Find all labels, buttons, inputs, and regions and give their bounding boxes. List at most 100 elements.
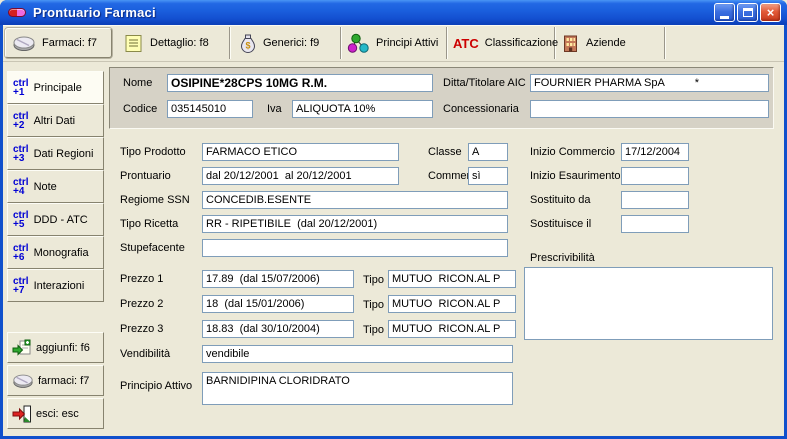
prezzo1-tipo-label: Tipo: [363, 274, 384, 286]
sostituito-da-input[interactable]: [621, 191, 689, 209]
regime-ssn-input[interactable]: [202, 191, 508, 209]
titlebar: Prontuario Farmaci ×: [0, 0, 787, 25]
inizio-esaurimento-input[interactable]: [621, 167, 689, 185]
sidebar-tab-label: Interazioni: [34, 280, 85, 292]
exit-button[interactable]: esci: esc: [7, 398, 104, 429]
prezzo2-tipo-label: Tipo: [363, 299, 384, 311]
sidebar-tab-label: Note: [34, 181, 57, 193]
tipo-prodotto-input[interactable]: [202, 143, 399, 161]
classe-input[interactable]: [468, 143, 508, 161]
add-button[interactable]: aggiunfi: f6: [7, 332, 104, 363]
sidebar-tab-label: Principale: [34, 82, 82, 94]
tipo-ricetta-label: Tipo Ricetta: [120, 218, 178, 230]
exit-door-icon: [12, 405, 32, 423]
molecule-icon: [347, 33, 370, 54]
stupefacente-input[interactable]: [202, 239, 508, 257]
vendibilita-label: Vendibilità: [120, 348, 170, 360]
prezzo2-tipo-input[interactable]: [388, 295, 516, 313]
iva-input[interactable]: [292, 100, 433, 118]
stupefacente-label: Stupefacente: [120, 242, 185, 254]
maximize-icon: [743, 8, 753, 17]
sidebar-tab-label: DDD - ATC: [34, 214, 88, 226]
app-window: Prontuario Farmaci × Farmaci: f7 Dettagl…: [0, 0, 787, 439]
pill-icon: [12, 373, 34, 389]
inizio-commercio-input[interactable]: [621, 143, 689, 161]
toolbar-button-label: Farmaci: f7: [42, 37, 97, 49]
nome-input[interactable]: [167, 74, 433, 92]
prezzo3-tipo-input[interactable]: [388, 320, 516, 338]
shortcut-label: ctrl+3: [13, 145, 29, 163]
toolbar-button-classificazione[interactable]: ATC Classificazione: [447, 27, 555, 59]
nome-label: Nome: [123, 77, 152, 89]
prescrivibilita-label: Prescrivibilità: [530, 252, 595, 264]
sostituito-da-label: Sostituito da: [530, 194, 591, 206]
minimize-button[interactable]: [714, 3, 735, 22]
building-icon: [561, 34, 580, 53]
ditta-input[interactable]: [530, 74, 769, 92]
prezzo2-input[interactable]: [202, 295, 354, 313]
ditta-label: Ditta/Titolare AIC: [443, 77, 526, 89]
codice-input[interactable]: [167, 100, 253, 118]
sidebar-tab-ddd-atc[interactable]: ctrl+5 DDD - ATC: [7, 203, 104, 236]
toolbar-button-dettaglio[interactable]: Dettaglio: f8: [117, 27, 230, 59]
sostituisce-il-input[interactable]: [621, 215, 689, 233]
close-button[interactable]: ×: [760, 3, 781, 22]
svg-text:$: $: [245, 40, 250, 50]
toolbar-button-principi-attivi[interactable]: Principi Attivi: [341, 27, 447, 59]
sidebar-tab-monografia[interactable]: ctrl+6 Monografia: [7, 236, 104, 269]
shortcut-label: ctrl+4: [13, 178, 29, 196]
concessionaria-label: Concessionaria: [443, 103, 519, 115]
farmaci-button[interactable]: farmaci: f7: [7, 365, 104, 396]
prontuario-input[interactable]: [202, 167, 399, 185]
add-document-icon: [12, 339, 32, 357]
prezzo3-input[interactable]: [202, 320, 354, 338]
add-button-label: aggiunfi: f6: [36, 342, 90, 354]
sidebar-tab-dati-regioni[interactable]: ctrl+3 Dati Regioni: [7, 137, 104, 170]
minimize-icon: [720, 16, 729, 19]
sidebar-tab-label: Dati Regioni: [34, 148, 94, 160]
shortcut-label: ctrl+7: [13, 277, 29, 295]
sidebar-tab-label: Altri Dati: [34, 115, 76, 127]
regime-ssn-label: Regiome SSN: [120, 194, 190, 206]
money-bag-icon: $: [239, 33, 257, 54]
toolbar-button-label: Dettaglio: f8: [150, 37, 209, 49]
toolbar-button-label: Principi Attivi: [376, 37, 438, 49]
pill-app-icon: [8, 8, 26, 17]
sidebar-tab-interazioni[interactable]: ctrl+7 Interazioni: [7, 269, 104, 302]
tipo-ricetta-input[interactable]: [202, 215, 508, 233]
document-icon: [123, 34, 144, 53]
inizio-commercio-label: Inizio Commercio: [530, 146, 615, 158]
commercio-input[interactable]: [468, 167, 508, 185]
shortcut-label: ctrl+5: [13, 211, 29, 229]
vendibilita-input[interactable]: [202, 345, 513, 363]
atc-icon: ATC: [453, 36, 479, 51]
farmaci-button-label: farmaci: f7: [38, 375, 89, 387]
iva-label: Iva: [267, 103, 282, 115]
sidebar-tab-label: Monografia: [34, 247, 89, 259]
prezzo3-label: Prezzo 3: [120, 323, 163, 335]
prescrivibilita-textarea[interactable]: [524, 267, 773, 340]
window-title: Prontuario Farmaci: [33, 5, 156, 20]
toolbar-button-aziende[interactable]: Aziende: [555, 27, 665, 59]
exit-button-label: esci: esc: [36, 408, 79, 420]
toolbar-button-generici[interactable]: $ Generici: f9: [233, 27, 341, 59]
shortcut-label: ctrl+1: [13, 79, 29, 97]
principio-attivo-textarea[interactable]: BARNIDIPINA CLORIDRATO: [202, 372, 513, 405]
sidebar-tab-note[interactable]: ctrl+4 Note: [7, 170, 104, 203]
prezzo1-input[interactable]: [202, 270, 354, 288]
sidebar-tab-altri-dati[interactable]: ctrl+2 Altri Dati: [7, 104, 104, 137]
prezzo1-tipo-input[interactable]: [388, 270, 516, 288]
shortcut-label: ctrl+6: [13, 244, 29, 262]
codice-label: Codice: [123, 103, 157, 115]
prezzo2-label: Prezzo 2: [120, 298, 163, 310]
inizio-esaurimento-label: Inizio Esaurimento: [530, 170, 621, 182]
toolbar-button-farmaci[interactable]: Farmaci: f7: [5, 28, 112, 58]
toolbar-button-label: Aziende: [586, 37, 626, 49]
tipo-prodotto-label: Tipo Prodotto: [120, 146, 186, 158]
concessionaria-input[interactable]: [530, 100, 769, 118]
prontuario-label: Prontuario: [120, 170, 171, 182]
maximize-button[interactable]: [737, 3, 758, 22]
sidebar-tab-principale[interactable]: ctrl+1 Principale: [7, 71, 104, 104]
principio-attivo-label: Principio Attivo: [120, 380, 192, 392]
window-body: Farmaci: f7 Dettaglio: f8 $ Generici: f9…: [3, 25, 784, 436]
